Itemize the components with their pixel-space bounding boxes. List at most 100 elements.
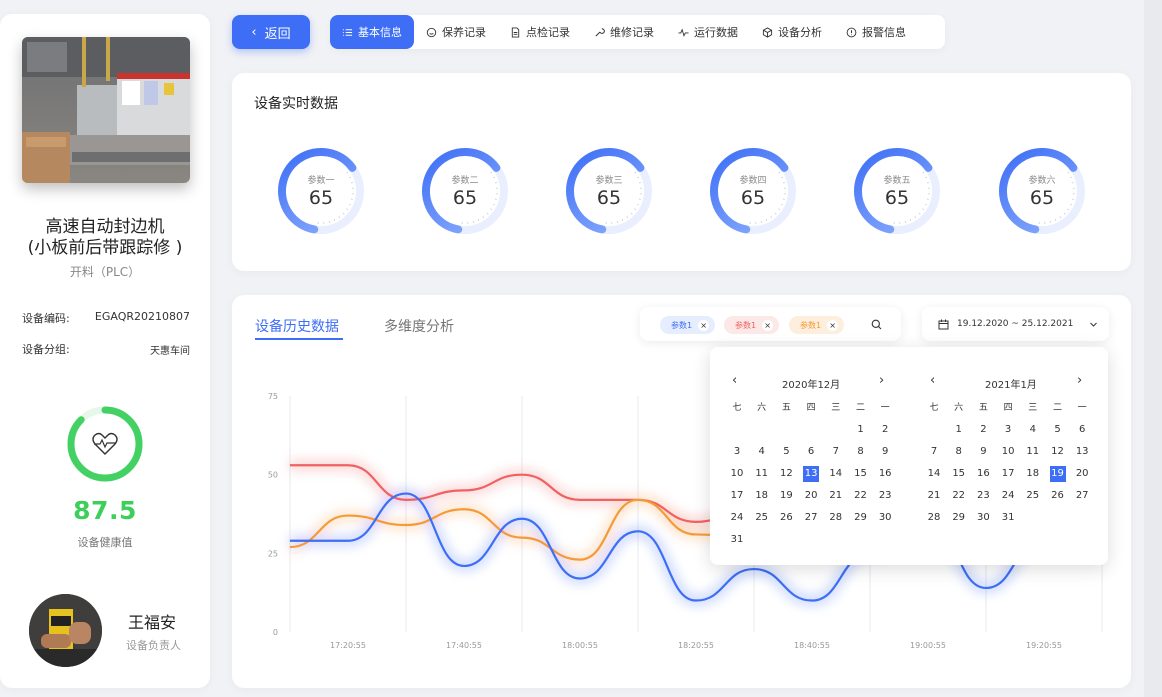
next-month-button[interactable]: › [879,373,884,388]
calendar-day[interactable]: 29 [853,510,869,526]
calendar-day[interactable]: 15 [853,466,869,482]
weekday-label: 三 [831,403,841,413]
gauge: 参数一 65 [276,146,366,236]
calendar-day[interactable]: 21 [828,488,844,504]
calendar-day[interactable]: 4 [1025,422,1041,438]
calendar-day[interactable]: 22 [853,488,869,504]
calendar-day[interactable]: 24 [1000,488,1016,504]
calendar-day[interactable]: 12 [1050,444,1066,460]
gauge-value: 65 [884,187,910,209]
calendar-day[interactable]: 17 [729,488,745,504]
gauge-label: 参数二 [451,176,479,186]
calendar-day[interactable]: 11 [1025,444,1041,460]
machine-subtitle: 开料（PLC） [69,265,141,279]
calendar-day[interactable]: 27 [1074,488,1090,504]
calendar-day[interactable]: 8 [951,444,967,460]
calendar-day[interactable]: 27 [803,510,819,526]
calendar-day[interactable]: 16 [877,466,893,482]
calendar-day[interactable]: 6 [803,444,819,460]
calendar-day-selected[interactable]: 19 [1049,466,1066,482]
calendar-day[interactable]: 6 [1074,422,1090,438]
calendar-day[interactable]: 9 [877,444,893,460]
calendar-day[interactable]: 28 [926,510,942,526]
health-label: 设备健康值 [77,536,133,549]
prev-month-button[interactable]: ‹ [732,373,737,388]
calendar-day[interactable]: 17 [1000,466,1016,482]
tab-repair[interactable]: 维修记录 [582,15,666,49]
calendar-day[interactable]: 1 [951,422,967,438]
calendar-day[interactable]: 5 [778,444,794,460]
calendar-day[interactable]: 2 [975,422,991,438]
tab-basic-info[interactable]: 基本信息 [330,15,414,49]
back-label: 返回 [264,26,291,42]
calendar-day[interactable]: 8 [853,444,869,460]
calendar-day[interactable]: 1 [853,422,869,438]
next-month-button[interactable]: › [1077,373,1082,388]
code-value: EGAQR20210807 [94,310,190,323]
calendar-day[interactable]: 2 [877,422,893,438]
alert-icon [846,27,857,37]
gauge: 参数五 65 [852,146,942,236]
calendar-day[interactable]: 26 [778,510,794,526]
calendar-day[interactable]: 18 [1025,466,1041,482]
calendar-day[interactable]: 31 [1000,510,1016,526]
weekday-label: 七 [929,403,939,413]
calendar-day[interactable]: 10 [1000,444,1016,460]
calendar-day[interactable]: 11 [754,466,770,482]
gauge: 参数六 65 [997,146,1087,236]
calendar-day[interactable]: 21 [926,488,942,504]
calendar-day[interactable]: 24 [729,510,745,526]
calendar-day[interactable]: 31 [729,532,745,548]
calendar-day[interactable]: 9 [975,444,991,460]
gauge-label: 参数三 [595,176,623,186]
calendar-day[interactable]: 13 [1074,444,1090,460]
calendar-day[interactable]: 20 [803,488,819,504]
machine-photo [22,37,190,183]
tab-device-analysis[interactable]: 设备分析 [750,15,834,49]
calendar-day[interactable]: 30 [975,510,991,526]
calendar-day[interactable]: 30 [877,510,893,526]
calendar-day[interactable]: 3 [729,444,745,460]
calendar-day[interactable]: 23 [877,488,893,504]
calendar-day[interactable]: 19 [778,488,794,504]
tab-maintenance[interactable]: 保养记录 [414,15,498,49]
tab-alarm-info[interactable]: 报警信息 [834,15,918,49]
group-label: 设备分组: [22,343,70,356]
gauge: 参数四 65 [708,146,798,236]
calendar-dropdown: ‹ 2020年12月 › ‹ 2021年1月 › 七六五四三二一12345678… [710,347,1108,565]
calendar-day[interactable]: 26 [1050,488,1066,504]
heartbeat-icon [92,432,118,455]
weekday-label: 三 [1028,403,1038,413]
tab-inspection[interactable]: 点检记录 [498,15,582,49]
gauge: 参数三 65 [564,146,654,236]
calendar-day[interactable]: 22 [951,488,967,504]
calendar-day-selected[interactable]: 13 [803,466,820,482]
calendar-day[interactable]: 12 [778,466,794,482]
calendar-day[interactable]: 25 [754,510,770,526]
calendar-day[interactable]: 25 [1025,488,1041,504]
calendar-day[interactable]: 20 [1074,466,1090,482]
gauge-value: 65 [1029,187,1055,209]
calendar-day[interactable]: 18 [754,488,770,504]
calendar-day[interactable]: 29 [951,510,967,526]
y-tick-label: 50 [268,471,278,480]
calendar-day[interactable]: 3 [1000,422,1016,438]
tab-running-data[interactable]: 运行数据 [666,15,750,49]
calendar-day[interactable]: 7 [926,444,942,460]
calendar-day[interactable]: 23 [975,488,991,504]
prev-month-button[interactable]: ‹ [930,373,935,388]
document-icon [511,26,520,38]
calendar-day[interactable]: 14 [828,466,844,482]
calendar-day[interactable]: 7 [828,444,844,460]
x-tick-label: 18:00:55 [562,641,598,650]
back-button[interactable]: ‹ 返回 [232,15,310,49]
calendar-day[interactable]: 15 [951,466,967,482]
calendar-day[interactable]: 5 [1050,422,1066,438]
calendar-day[interactable]: 10 [729,466,745,482]
weekday-label: 四 [806,403,816,413]
calendar-day[interactable]: 14 [926,466,942,482]
calendar-day[interactable]: 4 [754,444,770,460]
calendar-day[interactable]: 16 [975,466,991,482]
gauge-value: 65 [452,187,478,209]
calendar-day[interactable]: 28 [828,510,844,526]
